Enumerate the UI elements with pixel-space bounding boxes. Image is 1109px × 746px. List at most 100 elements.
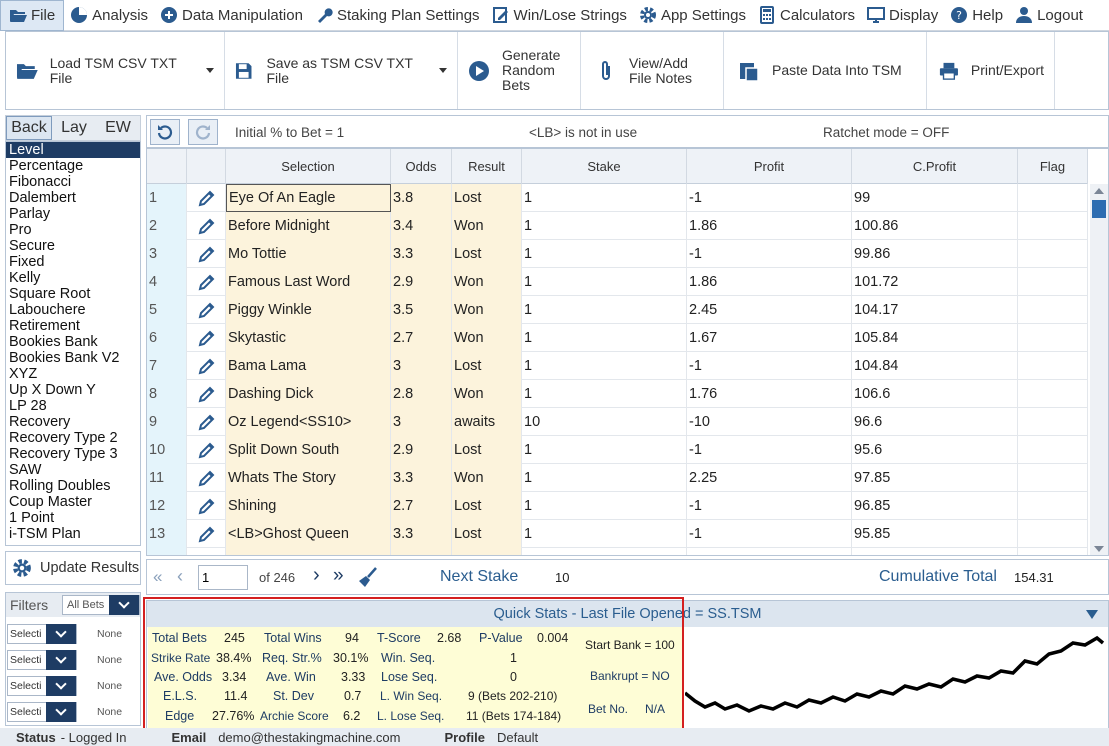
plan-item[interactable]: Fibonacci [6, 174, 140, 190]
plan-item[interactable]: Retirement [6, 318, 140, 334]
edit-pencil-icon[interactable] [187, 296, 226, 324]
plan-item[interactable]: LP 28 [6, 398, 140, 414]
filter-select[interactable]: Selecti [7, 650, 77, 670]
table-row[interactable]: 4 Famous Last Word 2.9 Won 1 1.86 101.72 [147, 268, 1088, 296]
broom-icon[interactable] [357, 566, 379, 588]
filter-select[interactable]: Selecti [7, 624, 77, 644]
print-export-button[interactable]: Print/Export [927, 32, 1055, 109]
header-stake[interactable]: Stake [522, 149, 687, 184]
load-file-button[interactable]: Load TSM CSV TXT File [6, 32, 225, 109]
redo-button[interactable] [188, 118, 218, 145]
menu-win-lose-strings[interactable]: Win/Lose Strings [486, 0, 633, 31]
cell-odds: 3.5 [391, 296, 452, 324]
scroll-thumb[interactable] [1092, 200, 1106, 218]
menu-analysis[interactable]: Analysis [64, 0, 154, 31]
edit-pencil-icon[interactable] [187, 240, 226, 268]
table-row[interactable]: 3 Mo Tottie 3.3 Lost 1 -1 99.86 [147, 240, 1088, 268]
header-profit[interactable]: Profit [687, 149, 852, 184]
filter-select[interactable]: Selecti [7, 702, 77, 722]
plan-item[interactable]: Dalembert [6, 190, 140, 206]
plan-item[interactable]: Kelly [6, 270, 140, 286]
edit-pencil-icon[interactable] [187, 184, 226, 212]
edit-pencil-icon[interactable] [187, 268, 226, 296]
update-results-button[interactable]: Update Results [5, 551, 141, 585]
plan-item[interactable]: 1 Point [6, 510, 140, 526]
all-bets-select[interactable]: All Bets [62, 595, 140, 615]
plan-item[interactable]: Up X Down Y [6, 382, 140, 398]
menu-staking-plan-settings[interactable]: Staking Plan Settings [309, 0, 486, 31]
grid-scrollbar[interactable] [1090, 184, 1108, 555]
prev-page-icon[interactable]: ‹ [177, 566, 183, 587]
save-file-button[interactable]: Save as TSM CSV TXT File [225, 32, 458, 109]
menu-calculators[interactable]: Calculators [752, 0, 861, 31]
table-row[interactable]: 5 Piggy Winkle 3.5 Won 1 2.45 104.17 [147, 296, 1088, 324]
menu-display[interactable]: Display [861, 0, 944, 31]
scroll-down-icon[interactable] [1094, 546, 1104, 552]
filter-select[interactable]: Selecti [7, 676, 77, 696]
plan-item[interactable]: Bookies Bank V2 [6, 350, 140, 366]
first-page-icon[interactable]: « [153, 567, 162, 587]
table-row[interactable]: 8 Dashing Dick 2.8 Won 1 1.76 106.6 [147, 380, 1088, 408]
plan-item[interactable]: Secure [6, 238, 140, 254]
edit-pencil-icon[interactable] [187, 464, 226, 492]
edit-pencil-icon[interactable] [187, 212, 226, 240]
table-row[interactable]: 12 Shining 2.7 Lost 1 -1 96.85 [147, 492, 1088, 520]
plan-item[interactable]: Fixed [6, 254, 140, 270]
plan-item[interactable]: Level [6, 142, 140, 158]
menu-file[interactable]: File [0, 0, 65, 31]
plan-item[interactable]: Coup Master [6, 494, 140, 510]
header-result[interactable]: Result [452, 149, 522, 184]
tab-back[interactable]: Back [6, 116, 52, 140]
plan-item[interactable]: Square Root [6, 286, 140, 302]
plan-item[interactable]: SAW [6, 462, 140, 478]
undo-button[interactable] [150, 118, 180, 145]
menu-logout[interactable]: Logout [1009, 0, 1089, 31]
scroll-up-icon[interactable] [1094, 188, 1104, 194]
file-notes-button[interactable]: View/Add File Notes [581, 32, 724, 109]
paste-data-button[interactable]: Paste Data Into TSM [724, 32, 927, 109]
tab-ew[interactable]: EW [96, 116, 140, 140]
edit-pencil-icon[interactable] [187, 436, 226, 464]
plan-item[interactable]: Recovery Type 2 [6, 430, 140, 446]
plan-item[interactable]: Recovery Type 3 [6, 446, 140, 462]
edit-pencil-icon[interactable] [187, 408, 226, 436]
menu-help[interactable]: ? Help [944, 0, 1009, 31]
edit-pencil-icon[interactable] [187, 380, 226, 408]
edit-pencil-icon[interactable] [187, 520, 226, 548]
table-row[interactable]: 1 Eye Of An Eagle 3.8 Lost 1 -1 99 [147, 184, 1088, 212]
table-row[interactable]: 13 <LB>Ghost Queen 3.3 Lost 1 -1 95.85 [147, 520, 1088, 548]
table-row[interactable]: 7 Bama Lama 3 Lost 1 -1 104.84 [147, 352, 1088, 380]
plan-item[interactable]: Pro [6, 222, 140, 238]
next-page-icon[interactable]: › [313, 564, 320, 587]
table-row[interactable]: 9 Oz Legend<SS10> 3 awaits 10 -10 96.6 [147, 408, 1088, 436]
edit-pencil-icon[interactable] [187, 324, 226, 352]
menu-data-manipulation[interactable]: Data Manipulation [154, 0, 309, 31]
header-flag[interactable]: Flag [1018, 149, 1088, 184]
cell-edit[interactable] [187, 548, 226, 555]
plan-item[interactable]: i-TSM Plan [6, 526, 140, 542]
edit-pencil-icon[interactable] [187, 352, 226, 380]
tab-lay[interactable]: Lay [52, 116, 96, 140]
table-row[interactable]: 2 Before Midnight 3.4 Won 1 1.86 100.86 [147, 212, 1088, 240]
header-odds[interactable]: Odds [391, 149, 452, 184]
plan-item[interactable]: Rolling Doubles [6, 478, 140, 494]
last-page-icon[interactable]: » [333, 565, 344, 587]
plan-item[interactable]: Parlay [6, 206, 140, 222]
collapse-icon[interactable] [1086, 610, 1098, 619]
edit-pencil-icon[interactable] [187, 492, 226, 520]
plan-item[interactable]: XYZ [6, 366, 140, 382]
page-number-input[interactable] [198, 565, 248, 590]
plan-item[interactable]: Percentage [6, 158, 140, 174]
table-row[interactable]: 11 Whats The Story 3.3 Won 1 2.25 97.85 [147, 464, 1088, 492]
plan-item[interactable]: Labouchere [6, 302, 140, 318]
menu-app-settings[interactable]: App Settings [633, 0, 752, 31]
header-cprofit[interactable]: C.Profit [852, 149, 1018, 184]
plan-item[interactable]: Bookies Bank [6, 334, 140, 350]
cell-selection: <LB>Ghost Queen [226, 520, 391, 548]
header-selection[interactable]: Selection [226, 149, 391, 184]
table-row[interactable] [147, 548, 1088, 555]
plan-item[interactable]: Recovery [6, 414, 140, 430]
table-row[interactable]: 6 Skytastic 2.7 Won 1 1.67 105.84 [147, 324, 1088, 352]
table-row[interactable]: 10 Split Down South 2.9 Lost 1 -1 95.6 [147, 436, 1088, 464]
generate-random-bets-button[interactable]: Generate Random Bets [458, 32, 581, 109]
